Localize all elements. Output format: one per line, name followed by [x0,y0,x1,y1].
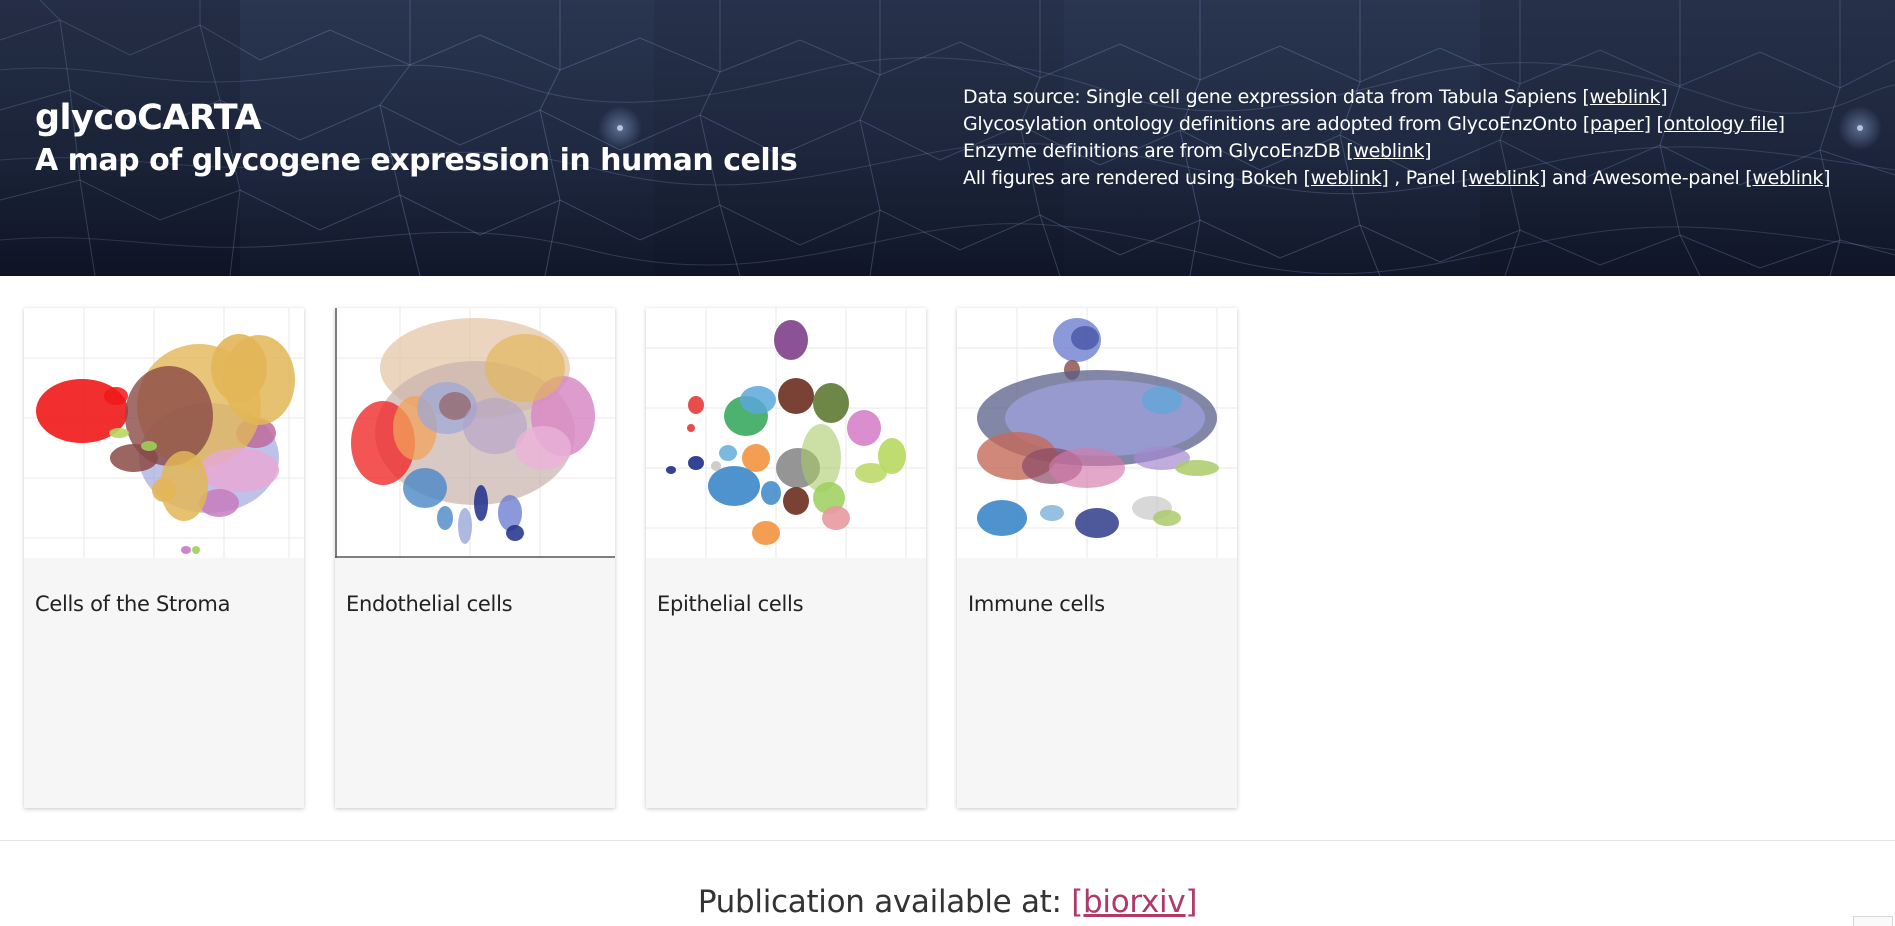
glycoenzdb-weblink[interactable]: [weblink] [1346,140,1431,162]
source-line-text: Glycosylation ontology definitions are a… [963,113,1583,135]
source-line-text: , Panel [1388,167,1462,189]
card-epithelial-cells[interactable]: Epithelial cells [646,308,926,808]
card-label: Cells of the Stroma [35,592,231,616]
card-label: Epithelial cells [657,592,804,616]
awesome-panel-weblink[interactable]: [weblink] [1745,167,1830,189]
umap-thumbnail [335,308,615,558]
card-endothelial-cells[interactable]: Endothelial cells [335,308,615,808]
source-line-text: Enzyme definitions are from GlycoEnzDB [963,140,1347,162]
biorxiv-link[interactable]: [biorxiv] [1071,884,1197,920]
bokeh-weblink[interactable]: [weblink] [1304,167,1389,189]
corner-widget[interactable] [1853,916,1893,926]
source-line-glycoenzdb: Enzyme definitions are from GlycoEnzDB [… [963,138,1830,165]
site-title: glycoCARTA [35,98,262,138]
umap-thumbnail [957,308,1237,558]
card-label: Immune cells [968,592,1105,616]
card-immune-cells[interactable]: Immune cells [957,308,1237,808]
source-line-text: and Awesome-panel [1546,167,1746,189]
panel-weblink[interactable]: [weblink] [1461,167,1546,189]
publication-text: Publication available at: [697,884,1072,920]
site-subtitle: A map of glycogene expression in human c… [35,143,798,178]
brand: glycoCARTA A map of glycogene expression… [35,96,798,182]
tabula-sapiens-weblink[interactable]: [weblink] [1582,86,1667,108]
umap-thumbnail [646,308,926,558]
section-divider [0,840,1895,841]
glycoenzonto-paper-link[interactable]: [paper] [1583,113,1651,135]
page: glycoCARTA A map of glycogene expression… [0,0,1895,926]
ontology-file-link[interactable]: [ontology file] [1657,113,1786,135]
source-line-text: All figures are rendered using Bokeh [963,167,1304,189]
source-line-tabula-sapiens: Data source: Single cell gene expression… [963,84,1830,111]
umap-thumbnail [24,308,304,558]
card-cells-of-the-stroma[interactable]: Cells of the Stroma [24,308,304,808]
publication-notice: Publication available at: [biorxiv] [0,884,1895,920]
data-sources: Data source: Single cell gene expression… [963,84,1831,192]
source-line-glycoenzonto: Glycosylation ontology definitions are a… [963,111,1830,138]
source-line-text: Data source: Single cell gene expression… [963,86,1583,108]
source-line-rendering: All figures are rendered using Bokeh [we… [963,165,1831,192]
header-banner: glycoCARTA A map of glycogene expression… [0,0,1895,276]
card-label: Endothelial cells [346,592,513,616]
